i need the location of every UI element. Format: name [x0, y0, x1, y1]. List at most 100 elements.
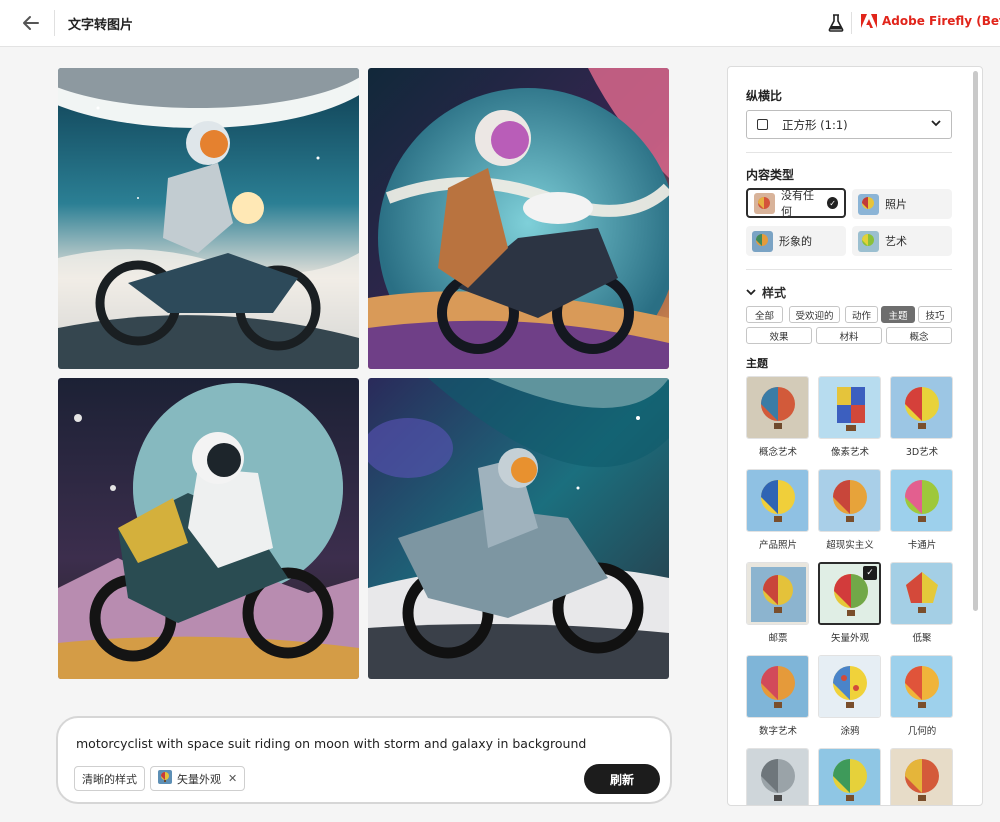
aspect-ratio-select[interactable]: 正方形 (1:1) — [746, 110, 952, 139]
content-type-photo[interactable]: 照片 — [852, 189, 952, 219]
content-type-graphic[interactable]: 形象的 — [746, 226, 846, 256]
check-icon: ✓ — [827, 197, 838, 209]
aspect-ratio-title: 纵横比 — [746, 89, 783, 103]
theme-label: 涂鸦 — [840, 726, 860, 737]
content-type-label: 艺术 — [885, 235, 907, 248]
generated-image-2[interactable] — [368, 68, 669, 369]
theme-label: 低聚 — [912, 633, 932, 644]
theme-tile[interactable] — [890, 748, 953, 805]
theme-title: 主题 — [746, 357, 768, 370]
tag-technique[interactable]: 技巧 — [918, 306, 952, 323]
balloon-thumb-icon — [158, 770, 172, 787]
theme-stamp[interactable] — [746, 562, 809, 625]
tag-all[interactable]: 全部 — [746, 306, 783, 323]
balloon-icon — [747, 470, 808, 531]
style-chip-clear[interactable]: 清晰的样式 — [74, 766, 145, 791]
chip-label: 矢量外观 — [177, 772, 221, 786]
check-icon: ✓ — [863, 566, 877, 580]
balloon-thumb-icon — [858, 230, 879, 252]
theme-label: 邮票 — [768, 633, 788, 644]
tag-concept[interactable]: 概念 — [886, 327, 952, 344]
content-type-label: 照片 — [885, 198, 907, 211]
header-divider — [54, 10, 55, 36]
theme-label: 概念艺术 — [758, 447, 797, 458]
theme-geometric[interactable] — [890, 655, 953, 718]
tag-action[interactable]: 动作 — [845, 306, 878, 323]
theme-cartoon[interactable] — [890, 469, 953, 532]
flask-icon[interactable] — [828, 14, 844, 32]
astronaut-motorcycle-image — [58, 68, 359, 369]
theme-doodle[interactable] — [818, 655, 881, 718]
theme-surrealism[interactable] — [818, 469, 881, 532]
prompt-box: motorcyclist with space suit riding on m… — [56, 716, 672, 804]
page-title: 文字转图片 — [68, 18, 134, 33]
balloon-thumb-icon — [752, 230, 773, 252]
generated-image-3[interactable] — [58, 378, 359, 679]
balloon-icon — [891, 749, 952, 805]
balloon-icon — [819, 749, 880, 805]
theme-label: 3D艺术 — [905, 447, 939, 458]
chevron-down-icon — [746, 289, 756, 296]
chip-label: 清晰的样式 — [82, 772, 137, 786]
balloon-icon — [747, 563, 808, 624]
tag-material[interactable]: 材料 — [816, 327, 882, 344]
tag-effect[interactable]: 效果 — [746, 327, 812, 344]
theme-label: 矢量外观 — [830, 633, 869, 644]
balloon-thumb-icon — [754, 192, 775, 214]
content-type-none[interactable]: 没有任何 ✓ — [746, 188, 846, 218]
divider — [746, 152, 952, 153]
theme-label: 超现实主义 — [826, 540, 874, 551]
theme-label: 产品照片 — [758, 540, 797, 551]
app-header: 文字转图片 Adobe Firefly (Beta) — [0, 0, 1000, 47]
chevron-down-icon — [931, 119, 941, 130]
balloon-icon — [891, 563, 952, 624]
theme-3d-art[interactable] — [890, 376, 953, 439]
adobe-firefly-logo: Adobe Firefly (Beta) — [861, 14, 1000, 28]
theme-label: 像素艺术 — [830, 447, 869, 458]
content-type-art[interactable]: 艺术 — [852, 226, 952, 256]
balloon-icon — [747, 749, 808, 805]
adobe-logo-icon — [861, 14, 877, 28]
theme-tile[interactable] — [818, 748, 881, 805]
balloon-icon — [819, 470, 880, 531]
balloon-icon — [747, 656, 808, 717]
tag-popular[interactable]: 受欢迎的 — [789, 306, 840, 323]
square-icon — [757, 119, 768, 130]
theme-label: 卡通片 — [907, 540, 937, 551]
style-title: 样式 — [762, 286, 787, 300]
settings-panel: 纵横比 正方形 (1:1) 内容类型 没有任何 ✓ 照片 形象的 艺术 样式 全… — [727, 66, 983, 806]
balloon-icon — [819, 656, 880, 717]
content-type-label: 形象的 — [779, 235, 812, 248]
astronaut-motorcycle-image — [368, 378, 669, 679]
generated-image-4[interactable] — [368, 378, 669, 679]
content-type-title: 内容类型 — [746, 168, 795, 182]
theme-label: 数字艺术 — [758, 726, 797, 737]
style-section-toggle[interactable]: 样式 — [746, 284, 786, 301]
theme-label: 几何的 — [907, 726, 937, 737]
theme-low-poly[interactable] — [890, 562, 953, 625]
balloon-icon — [891, 377, 952, 438]
style-chip-vector[interactable]: 矢量外观 ✕ — [150, 766, 246, 791]
tag-theme[interactable]: 主题 — [881, 306, 915, 323]
balloon-icon — [891, 656, 952, 717]
theme-concept-art[interactable] — [746, 376, 809, 439]
generated-image-1[interactable] — [58, 68, 359, 369]
theme-vector-look[interactable]: ✓ — [818, 562, 881, 625]
theme-digital-art[interactable] — [746, 655, 809, 718]
astronaut-motorcycle-image — [58, 378, 359, 679]
balloon-thumb-icon — [858, 193, 879, 215]
panel-scrollbar[interactable] — [973, 71, 978, 611]
remove-chip-icon[interactable]: ✕ — [228, 772, 237, 785]
header-divider — [851, 12, 852, 34]
balloon-icon — [819, 377, 880, 438]
prompt-input[interactable]: motorcyclist with space suit riding on m… — [76, 736, 586, 751]
theme-pixel-art[interactable] — [818, 376, 881, 439]
brand-name: Adobe Firefly (Beta) — [882, 14, 1000, 28]
theme-tile[interactable] — [746, 748, 809, 805]
refresh-button[interactable]: 刷新 — [584, 764, 660, 794]
theme-product-photo[interactable] — [746, 469, 809, 532]
balloon-icon — [747, 377, 808, 438]
balloon-icon — [891, 470, 952, 531]
aspect-ratio-value: 正方形 (1:1) — [782, 117, 848, 132]
back-arrow-icon[interactable] — [20, 12, 42, 34]
